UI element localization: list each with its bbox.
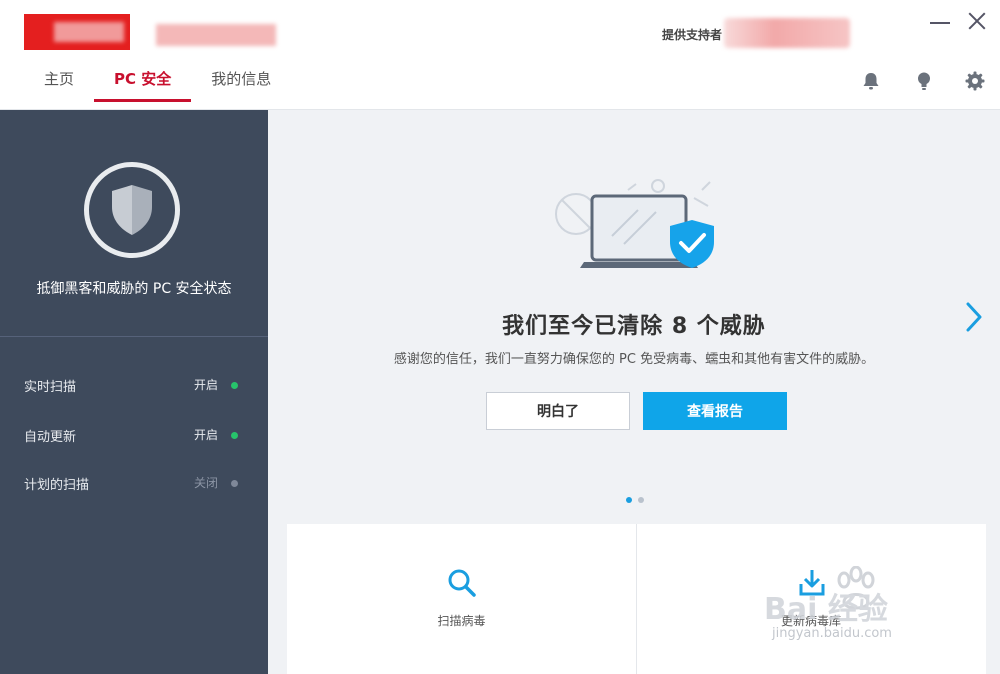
got-it-button[interactable]: 明白了: [486, 392, 630, 430]
status-row-auto-update[interactable]: 自动更新 开启: [24, 426, 244, 446]
minimize-icon[interactable]: [927, 8, 953, 34]
sidebar: 抵御黑客和威胁的 PC 安全状态 实时扫描 开启 自动更新 开启 计划的扫描 关…: [0, 110, 268, 674]
view-report-button[interactable]: 查看报告: [643, 392, 787, 430]
card-label: 扫描病毒: [437, 614, 486, 628]
title-bar: 提供支持者 主页 PC 安全 我的信息: [0, 0, 1000, 110]
threats-cleared-subtitle: 感谢您的信任，我们一直努力确保您的 PC 免受病毒、蠕虫和其他有害文件的威胁。: [393, 352, 875, 367]
close-icon[interactable]: [964, 8, 990, 34]
laptop-protected-illustration: [552, 176, 722, 290]
status-row-realtime-scan[interactable]: 实时扫描 开启: [24, 376, 244, 396]
lightbulb-icon[interactable]: [913, 70, 935, 92]
search-icon: [447, 568, 477, 602]
chevron-right-icon[interactable]: [962, 300, 986, 334]
status-value: 开启: [193, 428, 218, 442]
status-label: 计划的扫描: [24, 478, 90, 493]
shield-icon: [112, 185, 152, 235]
carousel-pager: [626, 488, 650, 507]
bell-icon[interactable]: [860, 70, 882, 92]
redacted-logo: [24, 14, 276, 50]
divider: [0, 336, 268, 337]
main-tabs: 主页 PC 安全 我的信息: [24, 62, 291, 106]
scan-virus-card[interactable]: 扫描病毒: [287, 524, 636, 674]
status-label: 自动更新: [24, 430, 77, 445]
watermark-url: jingyan.baidu.com: [772, 626, 892, 641]
status-on-dot-icon: [231, 382, 238, 389]
status-row-scheduled-scan[interactable]: 计划的扫描 关闭: [24, 474, 244, 494]
status-off-dot-icon: [231, 480, 238, 487]
redacted-sponsor-logo: [724, 18, 850, 48]
pager-dot-2[interactable]: [638, 497, 644, 503]
gear-icon[interactable]: [964, 70, 986, 92]
tab-my-info[interactable]: 我的信息: [191, 62, 291, 106]
baidu-jingyan-watermark: Bai 经验 jingyan.baidu.com: [764, 565, 954, 656]
threats-cleared-title: 我们至今已清除 8 个威胁: [502, 314, 766, 339]
status-value: 开启: [193, 378, 218, 392]
status-label: 实时扫描: [24, 380, 77, 395]
sponsor-label: 提供支持者: [662, 28, 723, 42]
status-value: 关闭: [193, 476, 218, 490]
sidebar-title: 抵御黑客和威胁的 PC 安全状态: [36, 281, 232, 297]
pager-dot-1[interactable]: [626, 497, 632, 503]
tab-home[interactable]: 主页: [24, 62, 94, 106]
shield-status-badge: [84, 162, 180, 258]
status-on-dot-icon: [231, 432, 238, 439]
watermark-text: Bai 经验: [764, 592, 888, 627]
tab-pc-security[interactable]: PC 安全: [94, 62, 192, 106]
